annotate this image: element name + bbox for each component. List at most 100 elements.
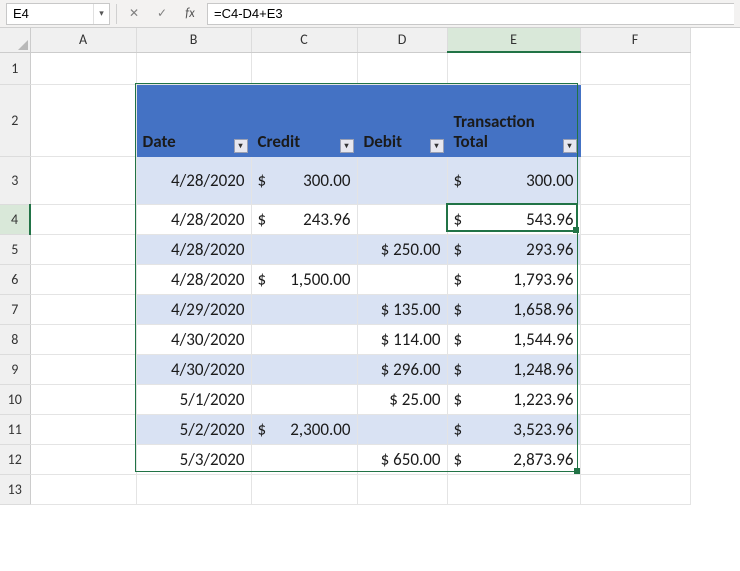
cell-F6[interactable] [580,264,690,294]
cell-F8[interactable] [580,324,690,354]
cell-E9[interactable]: $1,248.96 [447,354,580,384]
row-head-10[interactable]: 10 [0,384,30,414]
row-head-11[interactable]: 11 [0,414,30,444]
col-head-E[interactable]: E [447,28,580,52]
row-head-8[interactable]: 8 [0,324,30,354]
cell-C1[interactable] [251,52,357,84]
row-head-1[interactable]: 1 [0,52,30,84]
cell-C12[interactable] [251,444,357,474]
cell-D9[interactable]: $ 296.00 [357,354,447,384]
cancel-formula-button[interactable]: ✕ [123,3,145,25]
cell-B8[interactable]: 4/30/2020 [136,324,251,354]
cell-B5[interactable]: 4/28/2020 [136,234,251,264]
enter-formula-button[interactable]: ✓ [151,3,173,25]
cell-A7[interactable] [30,294,136,324]
row-head-13[interactable]: 13 [0,474,30,504]
cell-C9[interactable] [251,354,357,384]
cell-B4[interactable]: 4/28/2020 [136,204,251,234]
cell-F11[interactable] [580,414,690,444]
cell-A5[interactable] [30,234,136,264]
cell-E12[interactable]: $2,873.96 [447,444,580,474]
row-head-3[interactable]: 3 [0,156,30,204]
cell-F10[interactable] [580,384,690,414]
name-box-input[interactable] [7,4,93,24]
filter-dropdown-icon[interactable]: ▾ [563,139,577,153]
cell-F13[interactable] [580,474,690,504]
cell-E5[interactable]: $293.96 [447,234,580,264]
cell-E8[interactable]: $1,544.96 [447,324,580,354]
row-head-7[interactable]: 7 [0,294,30,324]
cell-B7[interactable]: 4/29/2020 [136,294,251,324]
col-head-D[interactable]: D [357,28,447,52]
cell-A4[interactable] [30,204,136,234]
row-head-9[interactable]: 9 [0,354,30,384]
cell-D8[interactable]: $ 114.00 [357,324,447,354]
cell-F5[interactable] [580,234,690,264]
cell-A12[interactable] [30,444,136,474]
cell-E11[interactable]: $3,523.96 [447,414,580,444]
filter-dropdown-icon[interactable]: ▾ [430,139,444,153]
cell-A10[interactable] [30,384,136,414]
cell-A1[interactable] [30,52,136,84]
cell-C7[interactable] [251,294,357,324]
cell-A11[interactable] [30,414,136,444]
cell-F7[interactable] [580,294,690,324]
cell-A13[interactable] [30,474,136,504]
col-head-B[interactable]: B [136,28,251,52]
cell-D6[interactable] [357,264,447,294]
cell-C6[interactable]: $1,500.00 [251,264,357,294]
cell-D10[interactable]: $ 25.00 [357,384,447,414]
cell-B3[interactable]: 4/28/2020 [136,156,251,204]
col-head-C[interactable]: C [251,28,357,52]
cell-B10[interactable]: 5/1/2020 [136,384,251,414]
cell-B2[interactable]: Date▾ [136,84,251,156]
cell-D5[interactable]: $ 250.00 [357,234,447,264]
cell-D11[interactable] [357,414,447,444]
row-head-4[interactable]: 4 [0,204,30,234]
cell-F12[interactable] [580,444,690,474]
cell-E13[interactable] [447,474,580,504]
cell-E6[interactable]: $1,793.96 [447,264,580,294]
cell-C3[interactable]: $300.00 [251,156,357,204]
name-box[interactable]: ▾ [6,3,110,25]
cell-D4[interactable] [357,204,447,234]
cell-D3[interactable] [357,156,447,204]
cell-F2[interactable] [580,84,690,156]
cell-D7[interactable]: $ 135.00 [357,294,447,324]
cell-C11[interactable]: $2,300.00 [251,414,357,444]
cell-E3[interactable]: $300.00 [447,156,580,204]
select-all-corner[interactable] [0,28,30,52]
cell-F3[interactable] [580,156,690,204]
cell-C4[interactable]: $243.96 [251,204,357,234]
cell-D1[interactable] [357,52,447,84]
cell-A3[interactable] [30,156,136,204]
filter-dropdown-icon[interactable]: ▾ [234,139,248,153]
cell-E4[interactable]: $543.96 [447,204,580,234]
cell-F1[interactable] [580,52,690,84]
cell-B9[interactable]: 4/30/2020 [136,354,251,384]
cell-B11[interactable]: 5/2/2020 [136,414,251,444]
cell-F4[interactable] [580,204,690,234]
cell-A2[interactable] [30,84,136,156]
cell-E2[interactable]: TransactionTotal▾ [447,84,580,156]
cell-E1[interactable] [447,52,580,84]
cell-C5[interactable] [251,234,357,264]
cell-C2[interactable]: Credit▾ [251,84,357,156]
col-head-F[interactable]: F [580,28,690,52]
cell-D12[interactable]: $ 650.00 [357,444,447,474]
cell-B13[interactable] [136,474,251,504]
row-head-5[interactable]: 5 [0,234,30,264]
row-head-2[interactable]: 2 [0,84,30,156]
cell-E7[interactable]: $1,658.96 [447,294,580,324]
col-head-A[interactable]: A [30,28,136,52]
row-head-12[interactable]: 12 [0,444,30,474]
filter-dropdown-icon[interactable]: ▾ [340,139,354,153]
cell-B12[interactable]: 5/3/2020 [136,444,251,474]
cell-C8[interactable] [251,324,357,354]
cell-F9[interactable] [580,354,690,384]
cell-A6[interactable] [30,264,136,294]
cell-B1[interactable] [136,52,251,84]
cell-A9[interactable] [30,354,136,384]
cell-D2[interactable]: Debit▾ [357,84,447,156]
cell-D13[interactable] [357,474,447,504]
